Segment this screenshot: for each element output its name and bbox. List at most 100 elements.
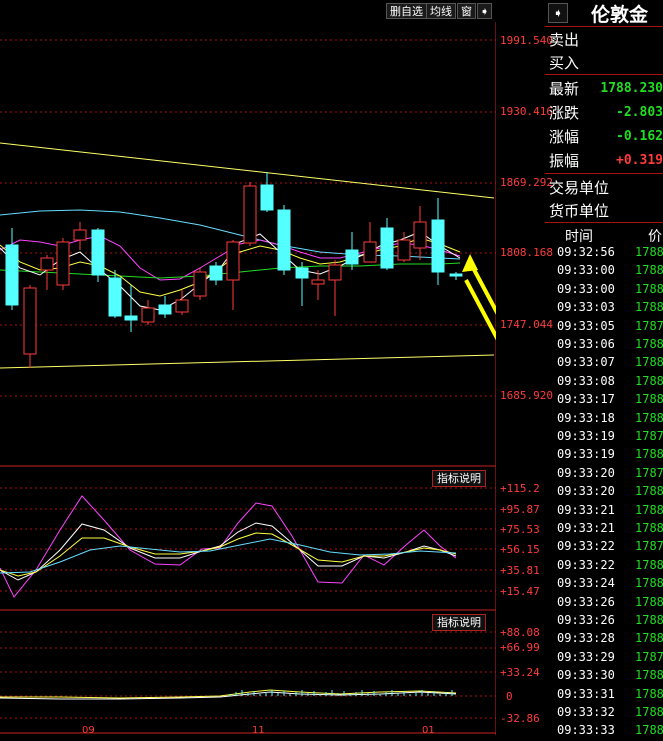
change-value: -2.803 [616, 105, 663, 120]
ind2-label-4: 0 [506, 690, 513, 703]
trade-price: 1788 [635, 281, 663, 296]
ind2-label-3: +33.24 [500, 666, 540, 679]
trade-row: 09:33:03 1788 [545, 300, 663, 318]
candle-body [73, 229, 87, 241]
trade-row: 09:33:22 1787 [545, 539, 663, 557]
trade-row: 09:33:17 1788 [545, 392, 663, 410]
trade-row: 09:32:56 1788 [545, 245, 663, 263]
candle-body [363, 241, 377, 263]
panel-divider-2 [545, 173, 663, 174]
chart-area[interactable]: 删自选 均线 窗 ➧ 1991.540 1930.416 1869.292 18… [0, 0, 553, 736]
indicator1-help-button[interactable]: 指标说明 [432, 470, 486, 487]
candle-body [311, 279, 325, 285]
trade-time: 09:33:07 [557, 355, 615, 370]
lower-trend-line [0, 354, 495, 369]
candle-body [328, 264, 342, 281]
trade-row: 09:33:26 1788 [545, 613, 663, 631]
trade-row: 09:33:21 1788 [545, 521, 663, 539]
window-button[interactable]: 窗 [457, 3, 476, 19]
trade-row: 09:33:21 1788 [545, 503, 663, 521]
trade-time: 09:33:32 [557, 705, 615, 719]
trade-unit-label: 交易单位 [549, 179, 610, 197]
trade-time: 09:33:29 [557, 649, 615, 664]
trade-row: 09:33:31 1788 [545, 687, 663, 705]
delete-watchlist-button[interactable]: 删自选 [386, 3, 427, 19]
indicator1-lines [0, 495, 457, 598]
trade-price: 1788 [635, 502, 663, 517]
trade-time: 09:33:17 [557, 392, 615, 407]
trade-row: 09:33:05 1787 [545, 319, 663, 337]
pin-icon[interactable]: ➧ [477, 3, 493, 19]
trade-time: 09:33:18 [557, 410, 615, 425]
change-pct-label: 涨幅 [549, 128, 580, 146]
ind1-label-5: +35.81 [500, 564, 540, 577]
ind1-cyan [0, 538, 457, 574]
panel-pin-icon[interactable]: ➧ [548, 3, 568, 23]
candle-body [158, 304, 172, 315]
trade-row: 09:33:30 1788 [545, 668, 663, 686]
ind1-label-2: +95.87 [500, 503, 540, 516]
price-column-header: 价 [648, 229, 662, 245]
ind1-magenta [0, 495, 457, 598]
candle-body [260, 184, 274, 211]
trade-time: 09:33:00 [557, 281, 615, 296]
trade-price: 1788 [635, 613, 663, 627]
trade-row: 09:33:24 1788 [545, 576, 663, 594]
change-label: 涨跌 [549, 104, 580, 122]
candle-body [380, 227, 394, 269]
candle-body [175, 299, 189, 313]
trade-price: 1788 [635, 576, 663, 591]
trade-time: 09:33:21 [557, 502, 615, 517]
trade-row: 09:33:08 1788 [545, 374, 663, 392]
trade-price: 1788 [635, 410, 663, 425]
x-label-1: 09 [82, 725, 95, 736]
candle-body [193, 271, 207, 297]
trade-price: 1787 [635, 318, 663, 333]
trade-time: 09:33:08 [557, 373, 615, 388]
candle-body [124, 315, 138, 321]
trade-price: 1788 [635, 686, 663, 701]
candlesticks [5, 172, 463, 368]
trade-time: 09:33:28 [557, 631, 615, 646]
trade-time: 09:33:31 [557, 686, 615, 701]
candle-body [56, 241, 70, 286]
trade-time: 09:33:26 [557, 594, 615, 609]
trade-price: 1788 [635, 337, 663, 351]
trade-price: 1788 [635, 355, 663, 370]
trade-row: 09:33:00 1788 [545, 263, 663, 281]
candle-body [141, 307, 155, 323]
trade-row: 09:33:20 1788 [545, 484, 663, 502]
trade-time: 09:33:05 [557, 318, 615, 333]
price-chart-svg[interactable] [0, 0, 496, 735]
trade-time: 09:33:26 [557, 613, 615, 627]
latest-value: 1788.230 [600, 81, 663, 96]
trade-time: 09:33:06 [557, 337, 615, 351]
trade-price: 1788 [635, 705, 663, 719]
trade-price: 1788 [635, 263, 663, 278]
trade-row: 09:33:26 1788 [545, 595, 663, 613]
x-label-3: 01 [422, 725, 435, 736]
candle-body [108, 277, 122, 317]
amplitude-value: +0.319 [616, 153, 663, 168]
ind2-white [0, 691, 457, 700]
indicator2-help-button[interactable]: 指标说明 [432, 614, 486, 631]
trade-price: 1788 [635, 668, 663, 683]
buy-label: 买入 [549, 54, 580, 72]
change-pct-value: -0.162 [616, 129, 663, 144]
candle-body [226, 241, 240, 281]
trade-price: 1787 [635, 649, 663, 664]
trade-time: 09:33:33 [557, 723, 615, 738]
sell-label: 卖出 [549, 31, 580, 49]
trade-price: 1788 [635, 723, 663, 738]
panel-divider-3 [545, 222, 663, 223]
trade-time: 09:33:30 [557, 668, 615, 683]
instrument-title: 伦敦金 [591, 4, 649, 26]
moving-average-button[interactable]: 均线 [426, 3, 456, 19]
ind2-label-5: -32.86 [500, 712, 540, 725]
trade-row: 09:33:00 1788 [545, 282, 663, 300]
candle-body [23, 287, 37, 355]
ind1-label-1: +115.2 [500, 482, 540, 495]
amplitude-label: 振幅 [549, 152, 580, 170]
trade-list[interactable]: 09:32:56 1788 09:33:00 1788 09:33:00 1788 09:3… [545, 245, 663, 738]
candle-body [397, 239, 411, 261]
